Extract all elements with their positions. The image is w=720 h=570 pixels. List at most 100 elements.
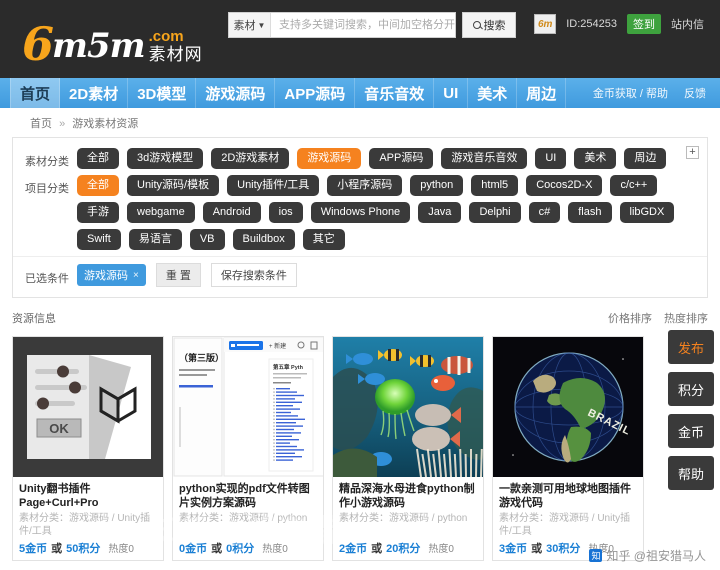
expand-filters-icon[interactable]: +	[686, 146, 699, 159]
filter-chip[interactable]: c/c++	[610, 175, 658, 196]
search-category-dropdown[interactable]: 素材 ▼	[229, 13, 271, 37]
resource-card[interactable]: 精品深海水母进食python制作小游戏源码 素材分类：游戏源码 / python 2…	[332, 336, 484, 561]
filter-chip[interactable]: 手游	[77, 202, 119, 223]
filter-chip[interactable]: Swift	[77, 229, 121, 250]
filter-chip[interactable]: 美术	[574, 148, 617, 169]
card-price-points: 30积分	[546, 543, 581, 555]
filter-chip[interactable]: APP源码	[369, 148, 434, 169]
filter-chip[interactable]: Unity源码/模板	[127, 175, 220, 196]
nav-item-8[interactable]: 周边	[517, 78, 567, 108]
resource-card[interactable]: OK Unity翻书插件 Page+Curl+Pro 素材分类：游戏源码 / Un…	[12, 336, 164, 561]
nav-item-7[interactable]: 美术	[468, 78, 518, 108]
logo-chinese-name: 素材网	[148, 45, 203, 64]
nav-item-0[interactable]: 首页	[10, 78, 61, 108]
card-thumbnail[interactable]: OK	[13, 337, 163, 477]
filter-chip[interactable]: Java	[418, 202, 462, 223]
card-title[interactable]: Unity翻书插件 Page+Curl+Pro	[19, 482, 157, 510]
side-button-3[interactable]: 帮助	[668, 456, 714, 490]
card-title[interactable]: 一款亲测可用地球地图插件游戏代码	[499, 482, 637, 510]
filter-chip[interactable]: Cocos2D-X	[526, 175, 603, 196]
results-header: 资源信息 价格排序 热度排序	[12, 310, 708, 330]
resource-card[interactable]: （第三版） + 新建 第五章 Pyth python实现的pdf文件转图片实例方…	[172, 336, 324, 561]
nav-item-label: 游戏源码	[205, 85, 266, 103]
nav-item-2[interactable]: 3D模型	[128, 78, 197, 108]
signin-button[interactable]: 签到	[627, 14, 661, 34]
nav-item-label: 音乐音效	[364, 85, 425, 103]
filter-chip[interactable]: c#	[528, 202, 561, 223]
filter-chip[interactable]: Windows Phone	[310, 202, 411, 223]
breadcrumb-home[interactable]: 首页	[30, 118, 52, 130]
filter-chip[interactable]: 2D游戏素材	[211, 148, 290, 169]
filter-chip[interactable]: 小程序源码	[327, 175, 403, 196]
filter-chip[interactable]: 易语言	[128, 229, 182, 250]
filter-chip[interactable]: Buildbox	[232, 229, 295, 250]
filter-chip[interactable]: ios	[268, 202, 303, 223]
filter-chip-list: 全部 3d游戏模型 2D游戏素材 游戏源码 APP源码 游戏音乐音效 UI 美术 周边	[77, 148, 695, 169]
nav-item-3[interactable]: 游戏源码	[196, 78, 276, 108]
filter-chip[interactable]: 3d游戏模型	[127, 148, 204, 169]
filter-chip[interactable]: VB	[189, 229, 225, 250]
filter-chip[interactable]: 周边	[624, 148, 667, 169]
card-body: Unity翻书插件 Page+Curl+Pro 素材分类：游戏源码 / Unity…	[13, 477, 163, 560]
nav-item-1[interactable]: 2D素材	[60, 78, 129, 108]
thumbnail-earth-globe-brazil: BRAZIL	[493, 337, 643, 477]
filter-group-label: 项目分类	[25, 183, 69, 195]
save-search-button[interactable]: 保存搜索条件	[210, 263, 297, 287]
nav-item-6[interactable]: UI	[434, 78, 469, 108]
card-price-points: 20积分	[386, 543, 421, 555]
selected-tag[interactable]: 游戏源码 ×	[77, 264, 146, 286]
filter-chip[interactable]: 游戏源码	[297, 148, 362, 169]
card-thumbnail[interactable]: （第三版） + 新建 第五章 Pyth	[173, 337, 323, 477]
chevron-down-icon: ▼	[257, 20, 266, 30]
side-button-1[interactable]: 积分	[668, 372, 714, 406]
sort-by-hot[interactable]: 热度排序	[664, 310, 708, 326]
filter-chip[interactable]: webgame	[127, 202, 195, 223]
card-title[interactable]: 精品深海水母进食python制作小游戏源码	[339, 482, 477, 510]
search-button[interactable]: 搜索	[462, 12, 516, 38]
nav-item-label: UI	[443, 84, 459, 102]
side-button-2[interactable]: 金币	[668, 414, 714, 448]
sort-by-price[interactable]: 价格排序	[608, 310, 652, 326]
card-title[interactable]: python实现的pdf文件转图片实例方案源码	[179, 482, 317, 510]
nav-help-link[interactable]: 金币获取 / 帮助	[593, 85, 668, 101]
avatar[interactable]: 6m	[534, 14, 557, 34]
card-body: 精品深海水母进食python制作小游戏源码 素材分类：游戏源码 / python 2…	[333, 477, 483, 560]
side-button-0[interactable]: 发布	[668, 330, 714, 364]
breadcrumb-current[interactable]: 游戏素材资源	[72, 118, 138, 130]
search-category-label: 素材	[233, 20, 256, 32]
filter-chip[interactable]: 全部	[77, 148, 119, 169]
search-input[interactable]	[271, 13, 455, 37]
logo-domain: .com	[148, 28, 184, 45]
reset-button[interactable]: 重 置	[155, 263, 201, 287]
filter-group-1: 项目分类 全部 Unity源码/模板 Unity插件/工具 小程序源码 python htm…	[13, 175, 707, 250]
card-category: 素材分类：游戏源码 / Unity插件/工具	[19, 513, 151, 537]
filter-chip[interactable]: html5	[471, 175, 519, 196]
site-logo[interactable]: 6 m5m .com 素材网	[22, 11, 207, 67]
card-price-points: 50积分	[66, 543, 101, 555]
filter-chip[interactable]: 其它	[302, 229, 345, 250]
card-price: 3金币或 30积分 热度0	[499, 540, 637, 556]
card-price-coin: 3金币	[499, 543, 528, 555]
filter-chip[interactable]: python	[410, 175, 464, 196]
nav-item-5[interactable]: 音乐音效	[355, 78, 435, 108]
filter-group-label: 素材分类	[25, 156, 69, 168]
svg-text:+ 新建: + 新建	[269, 342, 286, 350]
filter-chip[interactable]: UI	[535, 148, 567, 169]
card-price-or: 或	[531, 543, 543, 555]
filter-chip[interactable]: Delphi	[469, 202, 521, 223]
card-thumbnail[interactable]: BRAZIL	[493, 337, 643, 477]
filter-chip[interactable]: 全部	[77, 175, 119, 196]
card-hot-count: 热度0	[428, 544, 454, 555]
resource-card[interactable]: BRAZIL 一款亲测可用地球地图插件游戏代码 素材分类：游戏源码 / Unity…	[492, 336, 644, 561]
filter-chip[interactable]: Unity插件/工具	[227, 175, 320, 196]
filter-chip[interactable]: flash	[568, 202, 612, 223]
filter-chip[interactable]: 游戏音乐音效	[441, 148, 528, 169]
card-category: 素材分类：游戏源码 / python	[179, 513, 308, 524]
nav-feedback-link[interactable]: 反馈	[684, 85, 706, 101]
nav-item-4[interactable]: APP源码	[275, 78, 356, 108]
filter-chip[interactable]: Android	[202, 202, 261, 223]
inbox-link[interactable]: 站内信	[671, 16, 704, 32]
filter-chip[interactable]: libGDX	[619, 202, 675, 223]
card-thumbnail[interactable]	[333, 337, 483, 477]
close-icon[interactable]: ×	[133, 270, 139, 281]
